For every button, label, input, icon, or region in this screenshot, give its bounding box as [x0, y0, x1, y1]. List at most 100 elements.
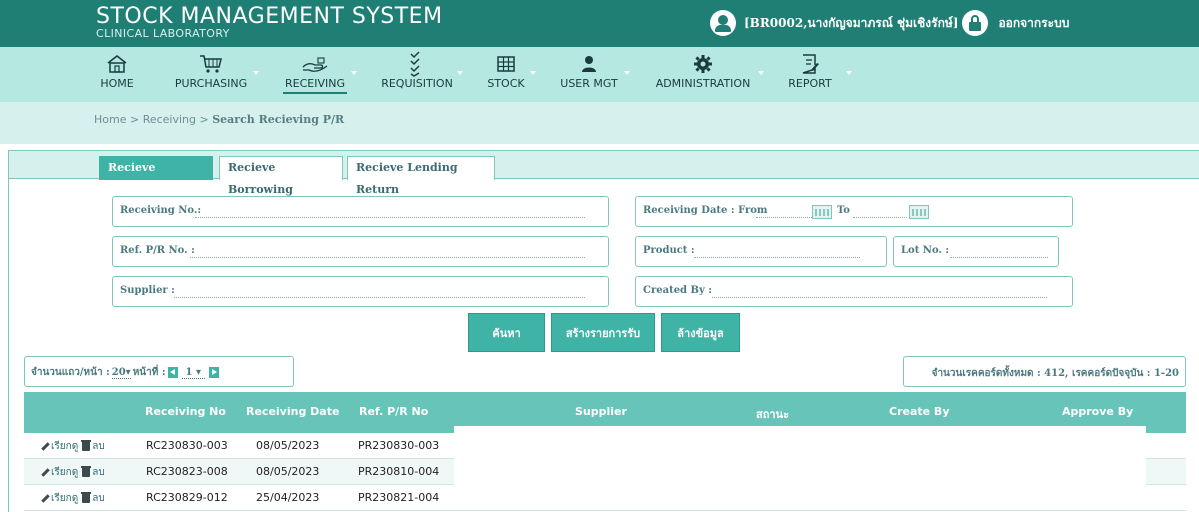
- product-label: Product :: [643, 245, 695, 256]
- stock-caret-icon[interactable]: [530, 71, 536, 77]
- cell-receiving-no: RC230823-008: [146, 465, 228, 478]
- rows-per-page-label: จำนวนแถว/หน้า :: [31, 367, 110, 378]
- product-field[interactable]: Product :: [635, 236, 887, 267]
- main-menu: HOME PURCHASING RECEIVING REQUISITION ST…: [0, 47, 1199, 102]
- col-status[interactable]: สถานะ: [756, 405, 789, 423]
- supplier-input[interactable]: [174, 297, 585, 298]
- lot-no-field[interactable]: Lot No. :: [893, 236, 1059, 267]
- record-info: จำนวนเรคคอร์ดทั้งหมด : 412, เรคคอร์ดปัจจ…: [903, 356, 1186, 387]
- brand: STOCK MANAGEMENT SYSTEM CLINICAL LABORAT…: [96, 6, 443, 40]
- menu-purchasing[interactable]: PURCHASING: [172, 51, 250, 99]
- view-link[interactable]: เรียกดู: [51, 439, 78, 454]
- ref-pr-no-label: Ref. P/R No. :: [120, 245, 195, 256]
- create-receiving-button[interactable]: สร้างรายการรับ: [551, 313, 655, 352]
- breadcrumb-current: Search Recieving P/R: [212, 113, 345, 126]
- pager: จำนวนแถว/หน้า : 20▾ หน้าที่ : 1 ▾: [24, 356, 294, 387]
- record-info-text: จำนวนเรคคอร์ดทั้งหมด : 412, เรคคอร์ดปัจจ…: [931, 368, 1179, 379]
- cell-ref-pr-no: PR230821-004: [358, 491, 440, 504]
- rows-per-page-select[interactable]: 20▾: [111, 367, 131, 379]
- user-avatar-icon: [710, 10, 736, 36]
- cell-ref-pr-no: PR230830-003: [358, 439, 440, 452]
- trash-icon[interactable]: [81, 492, 92, 503]
- tab-recieve-lending-return[interactable]: Recieve Lending Return: [347, 156, 495, 196]
- receiving-no-field[interactable]: Receiving No.:: [112, 196, 609, 227]
- created-by-label: Created By :: [643, 285, 712, 296]
- hand-receive-icon: [283, 51, 347, 77]
- view-link[interactable]: เรียกดู: [51, 491, 78, 506]
- menu-user-mgt[interactable]: USER MGT: [560, 51, 618, 99]
- cell-receiving-date: 08/05/2023: [256, 465, 320, 478]
- report-caret-icon[interactable]: [846, 71, 852, 77]
- app-header: STOCK MANAGEMENT SYSTEM CLINICAL LABORAT…: [0, 0, 1199, 47]
- logout-link[interactable]: ออกจากระบบ: [998, 14, 1069, 33]
- redacted-area: [454, 426, 1146, 498]
- menu-requisition[interactable]: REQUISITION: [380, 51, 454, 99]
- user-mgt-caret-icon[interactable]: [624, 71, 630, 77]
- receiving-caret-icon[interactable]: [351, 71, 357, 77]
- breadcrumb-band: Home > Receiving > Search Recieving P/R: [0, 102, 1199, 144]
- row-actions: เรียกดู ลบ: [40, 439, 105, 454]
- tab-recieve-purchase[interactable]: Recieve Purchase: [99, 156, 213, 196]
- created-by-input[interactable]: [712, 297, 1047, 298]
- menu-stock[interactable]: STOCK: [486, 51, 526, 99]
- app-subtitle: CLINICAL LABORATORY: [96, 27, 230, 40]
- cell-receiving-date: 08/05/2023: [256, 439, 320, 452]
- calendar-from-icon[interactable]: [812, 205, 832, 219]
- breadcrumb-path[interactable]: Home > Receiving >: [94, 113, 212, 126]
- tab-recieve-borrowing[interactable]: Recieve Borrowing: [219, 156, 343, 196]
- col-create-by[interactable]: Create By: [889, 405, 949, 418]
- trash-icon[interactable]: [81, 466, 92, 477]
- pencil-icon[interactable]: [40, 468, 49, 477]
- col-receiving-date[interactable]: Receiving Date: [246, 405, 339, 418]
- lock-icon[interactable]: [962, 10, 989, 36]
- pencil-icon[interactable]: [40, 442, 49, 451]
- pager-text: จำนวนแถว/หน้า : 20▾ หน้าที่ : 1 ▾: [31, 365, 221, 380]
- receiving-date-from-input[interactable]: [756, 217, 812, 218]
- requisition-caret-icon[interactable]: [457, 71, 463, 77]
- ref-pr-no-input[interactable]: [190, 257, 585, 258]
- trash-icon[interactable]: [81, 440, 92, 451]
- col-receiving-no[interactable]: Receiving No: [145, 405, 226, 418]
- receiving-no-input[interactable]: [195, 217, 585, 218]
- lot-no-input[interactable]: [950, 257, 1048, 258]
- clear-button[interactable]: ล้างข้อมูล: [661, 313, 740, 352]
- receiving-date-field: Receiving Date : From To: [635, 196, 1073, 227]
- created-by-field[interactable]: Created By :: [635, 276, 1073, 307]
- prev-page-icon[interactable]: [167, 367, 178, 378]
- delete-link[interactable]: ลบ: [92, 465, 104, 480]
- app-title: STOCK MANAGEMENT SYSTEM: [96, 4, 443, 29]
- receiving-no-label: Receiving No.:: [120, 205, 202, 216]
- report-icon: [786, 51, 834, 77]
- lot-no-label: Lot No. :: [901, 245, 950, 256]
- user-icon: [560, 51, 618, 77]
- current-user: [BR0002,นางกัญจมาภรณ์ ชุ่มเชิงรักษ์]: [744, 15, 959, 30]
- col-approve-by[interactable]: Approve By: [1062, 405, 1133, 418]
- supplier-field[interactable]: Supplier :: [112, 276, 609, 307]
- receiving-date-from-label: Receiving Date : From: [643, 205, 768, 216]
- cell-ref-pr-no: PR230810-004: [358, 465, 440, 478]
- delete-link[interactable]: ลบ: [92, 491, 104, 506]
- view-link[interactable]: เรียกดู: [51, 465, 78, 480]
- tab-strip: Recieve Purchase Recieve Borrowing Recie…: [9, 151, 1199, 196]
- menu-administration[interactable]: ADMINISTRATION: [654, 51, 752, 99]
- checklist-icon: [380, 51, 454, 77]
- menu-receiving[interactable]: RECEIVING: [283, 51, 347, 99]
- next-page-icon[interactable]: [209, 367, 219, 378]
- home-icon: [99, 51, 135, 77]
- col-supplier[interactable]: Supplier: [575, 405, 627, 418]
- col-ref-pr-no[interactable]: Ref. P/R No: [359, 405, 428, 418]
- menu-report[interactable]: REPORT: [786, 51, 834, 99]
- menu-home[interactable]: HOME: [99, 51, 135, 99]
- administration-caret-icon[interactable]: [758, 71, 764, 77]
- ref-pr-no-field[interactable]: Ref. P/R No. :: [112, 236, 609, 267]
- page-select[interactable]: 1 ▾: [181, 367, 205, 379]
- purchasing-caret-icon[interactable]: [253, 71, 259, 77]
- supplier-label: Supplier :: [120, 285, 175, 296]
- product-input[interactable]: [694, 257, 860, 258]
- delete-link[interactable]: ลบ: [92, 439, 104, 454]
- search-button[interactable]: ค้นหา: [468, 313, 545, 352]
- pencil-icon[interactable]: [40, 494, 49, 503]
- cell-receiving-no: RC230829-012: [146, 491, 228, 504]
- receiving-date-to-input[interactable]: [853, 217, 907, 218]
- calendar-to-icon[interactable]: [909, 205, 929, 219]
